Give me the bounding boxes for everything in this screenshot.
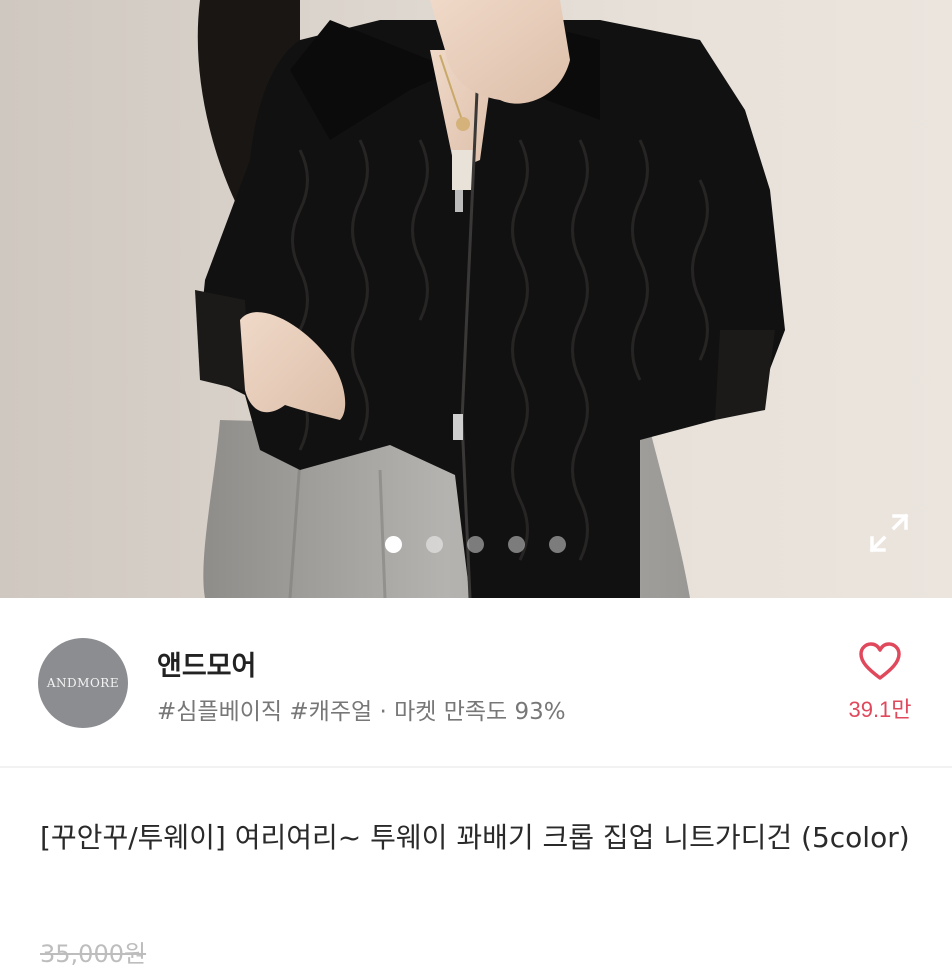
section-divider — [0, 766, 952, 768]
expand-arrows-icon — [869, 513, 909, 553]
product-photo — [195, 0, 785, 598]
carousel-dot-4[interactable] — [508, 536, 525, 553]
carousel-pagination — [0, 536, 952, 554]
shop-tags-satisfaction: #심플베이직 #캐주얼 · 마켓 만족도 93% — [157, 699, 566, 725]
like-button[interactable]: 39.1만 — [838, 640, 922, 730]
shop-info-section — [0, 598, 952, 766]
shop-logo-avatar[interactable]: ANDMORE — [38, 638, 128, 728]
carousel-dot-5[interactable] — [549, 536, 566, 553]
heart-outline-icon — [859, 642, 901, 680]
like-count: 39.1만 — [848, 697, 912, 722]
fullscreen-button[interactable] — [866, 510, 912, 556]
product-title: [꾸안꾸/투웨이] 여리여리~ 투웨이 꽈배기 크롭 집업 니트가디건 (5co… — [40, 821, 910, 854]
product-image-gallery[interactable] — [0, 0, 952, 598]
shop-name[interactable]: 앤드모어 — [157, 644, 256, 683]
carousel-dot-3[interactable] — [467, 536, 484, 553]
carousel-dot-2[interactable] — [426, 536, 443, 553]
carousel-dot-1[interactable] — [385, 536, 402, 553]
